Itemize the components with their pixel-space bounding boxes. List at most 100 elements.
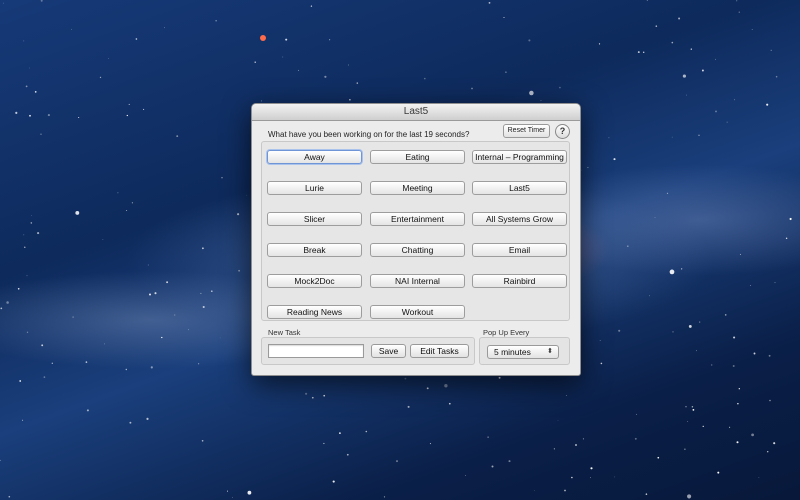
star (681, 268, 683, 270)
task-button-meeting[interactable]: Meeting (370, 181, 465, 195)
star (599, 339, 601, 341)
task-button-email[interactable]: Email (472, 243, 567, 257)
star (564, 489, 566, 492)
star (636, 413, 638, 415)
star (323, 442, 325, 445)
star (726, 121, 728, 123)
task-button-away[interactable]: Away (267, 150, 362, 164)
star (758, 477, 760, 478)
pop-up-interval-value: 5 minutes (494, 347, 531, 357)
star (23, 234, 25, 236)
star (238, 269, 240, 272)
star (690, 48, 692, 50)
star (237, 213, 240, 216)
edit-tasks-button[interactable]: Edit Tasks (410, 344, 469, 358)
save-button[interactable]: Save (371, 344, 406, 358)
star (329, 39, 331, 41)
task-button-reading-news[interactable]: Reading News (267, 305, 362, 319)
star (146, 417, 149, 420)
star (540, 100, 542, 101)
star (128, 103, 130, 105)
task-button-rainbird[interactable]: Rainbird (472, 274, 567, 288)
star (383, 496, 386, 498)
pop-up-interval-select[interactable]: 5 minutes ⬍ (487, 345, 559, 359)
star (117, 192, 119, 194)
star (701, 69, 704, 72)
star (528, 39, 531, 42)
star (71, 28, 72, 30)
task-button-slicer[interactable]: Slicer (267, 212, 362, 226)
star (702, 425, 704, 427)
task-button-lurie[interactable]: Lurie (267, 181, 362, 195)
star (738, 11, 740, 13)
star (78, 116, 80, 119)
prompt-text: What have you been working on for the la… (268, 130, 470, 139)
task-button-mock2doc[interactable]: Mock2Doc (267, 274, 362, 288)
help-button[interactable]: ? (555, 124, 570, 139)
star (37, 232, 40, 235)
star (687, 421, 689, 422)
star (29, 67, 30, 69)
star (464, 475, 466, 476)
star (666, 192, 669, 194)
star (282, 56, 284, 58)
star (176, 135, 179, 138)
reset-timer-button[interactable]: Reset Timer (503, 124, 550, 138)
task-button-eating[interactable]: Eating (370, 150, 465, 164)
star (643, 51, 645, 53)
task-button-workout[interactable]: Workout (370, 305, 465, 319)
task-button-break[interactable]: Break (267, 243, 362, 257)
star (246, 194, 248, 196)
star (247, 490, 252, 495)
star (559, 86, 561, 89)
new-task-input[interactable] (268, 344, 364, 358)
star (738, 388, 740, 390)
star (553, 448, 555, 450)
star (715, 110, 717, 113)
star (698, 134, 700, 136)
star (655, 25, 658, 27)
star (774, 282, 776, 284)
window-title[interactable]: Last5 (252, 104, 580, 121)
star (557, 419, 559, 421)
star (201, 439, 204, 442)
star (672, 331, 674, 333)
star (2, 2, 4, 4)
task-button-chatting[interactable]: Chatting (370, 243, 465, 257)
star (305, 392, 308, 395)
star (34, 91, 37, 93)
star (25, 85, 28, 88)
star (750, 285, 752, 286)
star (785, 237, 788, 240)
task-button-internal-programming[interactable]: Internal – Programming (472, 150, 567, 164)
star (529, 90, 534, 96)
star (126, 114, 128, 117)
star (669, 269, 675, 275)
star (332, 480, 335, 483)
star (590, 467, 593, 470)
star (26, 331, 29, 333)
star (298, 69, 300, 71)
star (339, 432, 341, 434)
star (0, 307, 3, 310)
star (736, 0, 738, 2)
star (686, 94, 687, 96)
star (565, 395, 567, 396)
task-buttons-panel: Away Eating Internal – Programming Lurie… (261, 141, 570, 321)
star (733, 336, 736, 339)
task-button-last5[interactable]: Last5 (472, 181, 567, 195)
star (645, 493, 648, 495)
task-button-all-systems-grow[interactable]: All Systems Grow (472, 212, 567, 226)
star (125, 368, 128, 371)
star (310, 5, 313, 7)
star (751, 29, 753, 30)
star (534, 489, 535, 491)
task-button-entertainment[interactable]: Entertainment (370, 212, 465, 226)
star (215, 20, 217, 22)
red-star (260, 35, 266, 41)
star (30, 222, 33, 224)
star (682, 74, 686, 78)
star (775, 75, 778, 78)
star (688, 324, 692, 328)
task-button-nai-internal[interactable]: NAI Internal (370, 274, 465, 288)
